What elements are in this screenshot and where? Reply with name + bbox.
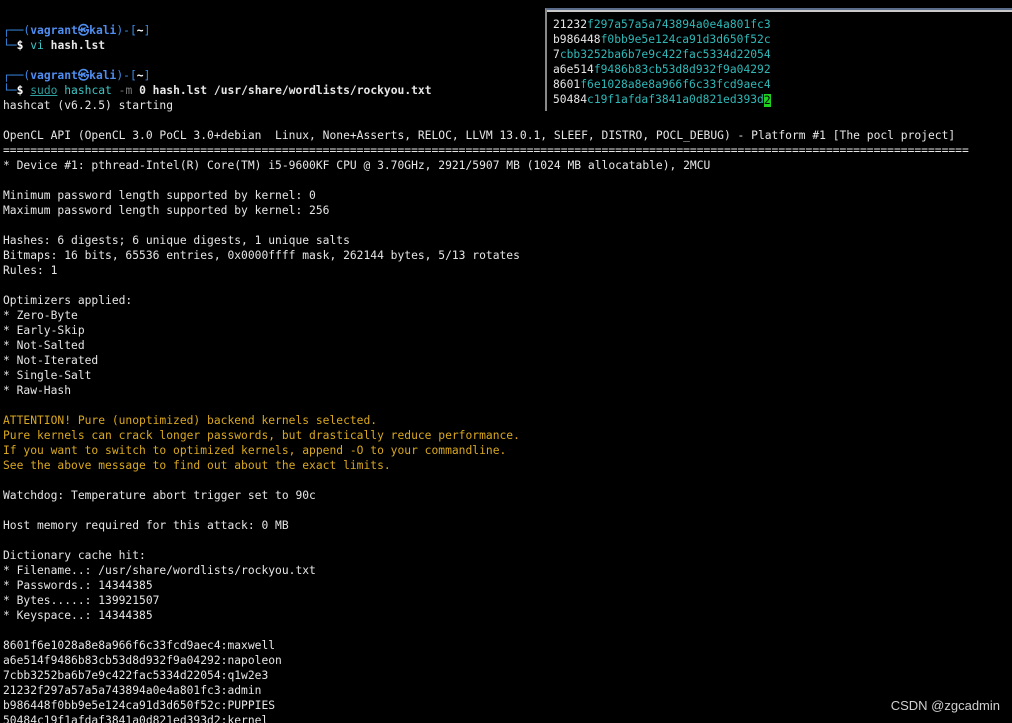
prompt-corner-top: ┌── [3,69,24,82]
hash-suffix: cbb3252ba6b7e9c422fac5334d22054 [559,48,771,61]
hash-line: b986448f0bb9e5e124ca91d3d650f52c [553,32,771,47]
hash-prefix: a6e514 [553,63,594,76]
output-line: * Not-Iterated [3,354,99,367]
output-line: b986448f0bb9e5e124ca91d3d650f52c:PUPPIES [3,699,276,712]
warning-line: If you want to switch to optimized kerne… [3,444,507,457]
hash-prefix: 7 [553,48,560,61]
prompt-separator: )-[ [116,24,137,37]
prompt-close-bracket: ] [143,24,151,37]
prompt-corner-bottom: └─ [3,84,17,97]
output-line: Hashes: 6 digests; 6 unique digests, 1 u… [3,234,350,247]
terminal-window[interactable]: ┌──(vagrant㉿kali)-[~] └─$ vi hash.lst ┌──(… [3,23,1008,723]
prompt-host: kali [89,24,117,37]
hash-suffix: f6e1028a8e8a966f6c33fcd9aec4 [580,78,771,91]
watermark: CSDN @zgcadmin [890,698,1000,713]
prompt-host: kali [89,69,117,82]
hash-suffix: f9486b83cb53d8d932f9a04292 [593,63,771,76]
output-line: 21232f297a57a5a743894a0e4a801fc3:admin [3,684,262,697]
hash-line: 8601f6e1028a8e8a966f6c33fcd9aec4 [553,77,771,92]
output-line: Rules: 1 [3,264,58,277]
command-token: -m [111,84,133,97]
command-token: hashcat [57,84,112,97]
hash-line: a6e514f9486b83cb53d8d932f9a04292 [553,62,771,77]
output-line: Minimum password length supported by ker… [3,189,316,202]
prompt-cwd: ~ [136,69,144,82]
command-token: sudo [30,84,58,97]
hash-prefix: b986448 [553,33,601,46]
output-line: 50484c19f1afdaf3841a0d821ed393d2:kernel [3,714,269,723]
panel-top-border [547,10,1012,12]
output-line: Watchdog: Temperature abort trigger set … [3,489,316,502]
output-line: * Single-Salt [3,369,92,382]
output-line: Bitmaps: 16 bits, 65536 entries, 0x0000f… [3,249,520,262]
hash-suffix: c19f1afdaf3841a0d821ed393d [587,93,764,106]
hash-prefix: 8601 [553,78,581,91]
command-token: hash.lst [43,39,106,52]
output-line: 8601f6e1028a8e8a966f6c33fcd9aec4:maxwell [3,639,276,652]
prompt-separator: )-[ [116,69,137,82]
output-line: * Zero-Byte [3,309,78,322]
output-line: OpenCL API (OpenCL 3.0 PoCL 3.0+debian L… [3,129,956,142]
hash-line: 7cbb3252ba6b7e9c422fac5334d22054 [553,47,771,62]
prompt-at-symbol: ㉿ [77,69,90,82]
warning-line: ATTENTION! Pure (unoptimized) backend ke… [3,414,378,427]
prompt-close-bracket: ] [143,69,151,82]
prompt-corner-bottom: └─ [3,39,17,52]
prompt-corner-top: ┌── [3,24,24,37]
text-cursor[interactable]: 2 [763,93,771,107]
output-line: * Early-Skip [3,324,85,337]
output-line: * Passwords.: 14344385 [3,579,153,592]
output-line: Optimizers applied: [3,294,133,307]
prompt-dollar: $ [16,84,24,97]
hashcat-output: hashcat (v6.2.5) starting OpenCL API (Ope… [3,98,1008,723]
output-line: * Device #1: pthread-Intel(R) Core(TM) i… [3,159,711,172]
output-line: Host memory required for this attack: 0 … [3,519,289,532]
hash-prefix: 21232 [553,18,588,31]
warning-line: See the above message to find out about … [3,459,391,472]
output-line: * Filename..: /usr/share/wordlists/rocky… [3,564,316,577]
hash-file-editor-panel[interactable]: 21232f297a57a5a743894a0e4a801fc3 b986448f… [545,8,1012,111]
output-line: * Not-Salted [3,339,85,352]
hash-file-lines: 21232f297a57a5a743894a0e4a801fc3 b986448f… [553,17,771,107]
prompt-dollar: $ [16,39,24,52]
warning-line: Pure kernels can crack longer passwords,… [3,429,520,442]
output-line: * Bytes.....: 139921507 [3,594,160,607]
output-line: a6e514f9486b83cb53d8d932f9a04292:napoleo… [3,654,282,667]
output-line: Maximum password length supported by ker… [3,204,330,217]
output-line: * Keyspace..: 14344385 [3,609,153,622]
prompt-user: vagrant [30,69,78,82]
hash-line: 21232f297a57a5a743894a0e4a801fc3 [553,17,771,32]
output-line: * Raw-Hash [3,384,72,397]
hash-line: 50484c19f1afdaf3841a0d821ed393d2 [553,92,771,107]
output-line: ========================================… [3,144,969,157]
hash-suffix: f297a57a5a743894a0e4a801fc3 [587,18,771,31]
hash-prefix: 50484 [553,93,588,106]
prompt-cwd: ~ [136,24,144,37]
output-line: 7cbb3252ba6b7e9c422fac5334d22054:q1w2e3 [3,669,269,682]
prompt-user: vagrant [30,24,78,37]
command-token: 0 hash.lst /usr/share/wordlists/rockyou.… [132,84,432,97]
hash-suffix: f0bb9e5e124ca91d3d650f52c [600,33,771,46]
prompt-at-symbol: ㉿ [77,24,90,37]
command-token: vi [30,39,44,52]
output-line: Dictionary cache hit: [3,549,146,562]
